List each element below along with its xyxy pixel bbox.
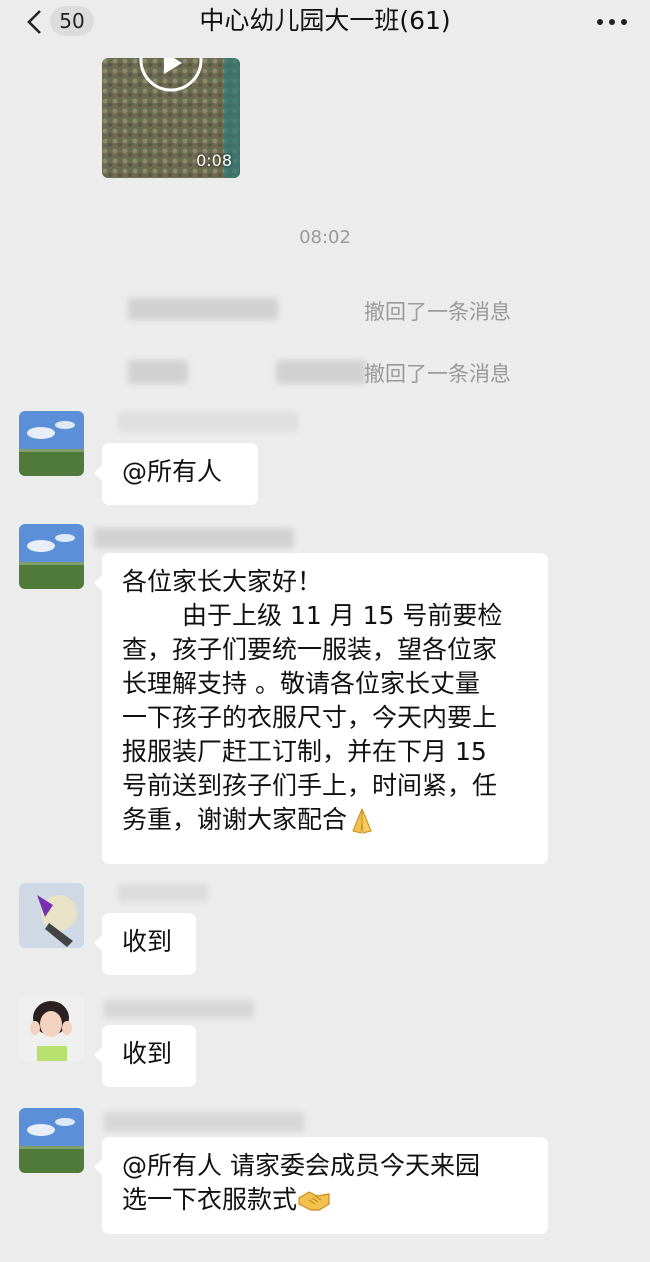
message-bubble[interactable]: 收到 bbox=[94, 913, 196, 975]
message-line: 一下孩子的衣服尺寸，今天内要上 bbox=[122, 703, 498, 732]
message-line: @所有人 请家委会成员今天来园 bbox=[122, 1151, 480, 1180]
redacted-name bbox=[118, 884, 208, 902]
system-message-recalled: 撤回了一条消息 bbox=[364, 300, 511, 324]
message-bubble[interactable]: @所有人 bbox=[94, 443, 258, 505]
message-line: 长理解支持 。敬请各位家长丈量 bbox=[122, 669, 480, 698]
more-options-icon[interactable] bbox=[592, 8, 632, 36]
purple-avatar-image bbox=[19, 883, 84, 948]
video-message-thumbnail[interactable]: 0:08 bbox=[102, 58, 240, 178]
redacted-name bbox=[276, 360, 366, 384]
redacted-name bbox=[94, 528, 294, 548]
message-bubble[interactable]: 收到 bbox=[94, 1025, 196, 1087]
chat-header: 50 中心幼儿园大一班(61) bbox=[0, 0, 650, 44]
message-line: 务重，谢谢大家配合 bbox=[122, 805, 348, 834]
video-duration: 0:08 bbox=[196, 151, 232, 170]
landscape-avatar-image bbox=[19, 411, 84, 476]
landscape-avatar-image bbox=[19, 1108, 84, 1173]
landscape-avatar-image bbox=[19, 524, 84, 589]
redacted-name bbox=[104, 1112, 304, 1132]
message-bubble[interactable]: @所有人 请家委会成员今天来园 选一下衣服款式 bbox=[94, 1137, 548, 1234]
sender-avatar[interactable] bbox=[19, 1108, 84, 1173]
sender-avatar[interactable] bbox=[19, 524, 84, 589]
message-text: 收到 bbox=[122, 1039, 173, 1068]
system-message-recalled: 撤回了一条消息 bbox=[364, 362, 511, 386]
redacted-name bbox=[128, 360, 188, 384]
message-line: 号前送到孩子们手上，时间紧，任 bbox=[122, 771, 498, 800]
girl-avatar-image bbox=[19, 996, 84, 1061]
message-line: 查，孩子们要统一服装，望各位家 bbox=[122, 635, 498, 664]
message-line-with-emoji: 务重，谢谢大家配合 bbox=[122, 803, 528, 837]
message-bubble[interactable]: 各位家长大家好！ 由于上级 11 月 15 号前要检 查，孩子们要统一服装，望各… bbox=[94, 553, 548, 864]
sender-avatar[interactable] bbox=[19, 411, 84, 476]
message-line: 各位家长大家好！ bbox=[122, 567, 323, 596]
folded-hands-icon bbox=[352, 808, 372, 834]
message-line: 选一下衣服款式 bbox=[122, 1185, 298, 1214]
chat-title: 中心幼儿园大一班(61) bbox=[199, 6, 451, 35]
sender-avatar[interactable] bbox=[19, 883, 84, 948]
redacted-name bbox=[104, 1000, 254, 1018]
sender-avatar[interactable] bbox=[19, 996, 84, 1061]
handshake-icon bbox=[298, 1191, 330, 1211]
redacted-name bbox=[118, 412, 298, 432]
message-timestamp: 08:02 bbox=[299, 227, 351, 248]
message-line: 由于上级 11 月 15 号前要检 bbox=[182, 601, 503, 630]
message-line: 报服装厂赶工订制，并在下月 15 bbox=[122, 737, 487, 766]
message-line-with-emoji: 选一下衣服款式 bbox=[122, 1183, 528, 1217]
message-text: 收到 bbox=[122, 927, 173, 956]
redacted-name bbox=[128, 298, 278, 320]
message-text: @所有人 bbox=[122, 457, 223, 486]
